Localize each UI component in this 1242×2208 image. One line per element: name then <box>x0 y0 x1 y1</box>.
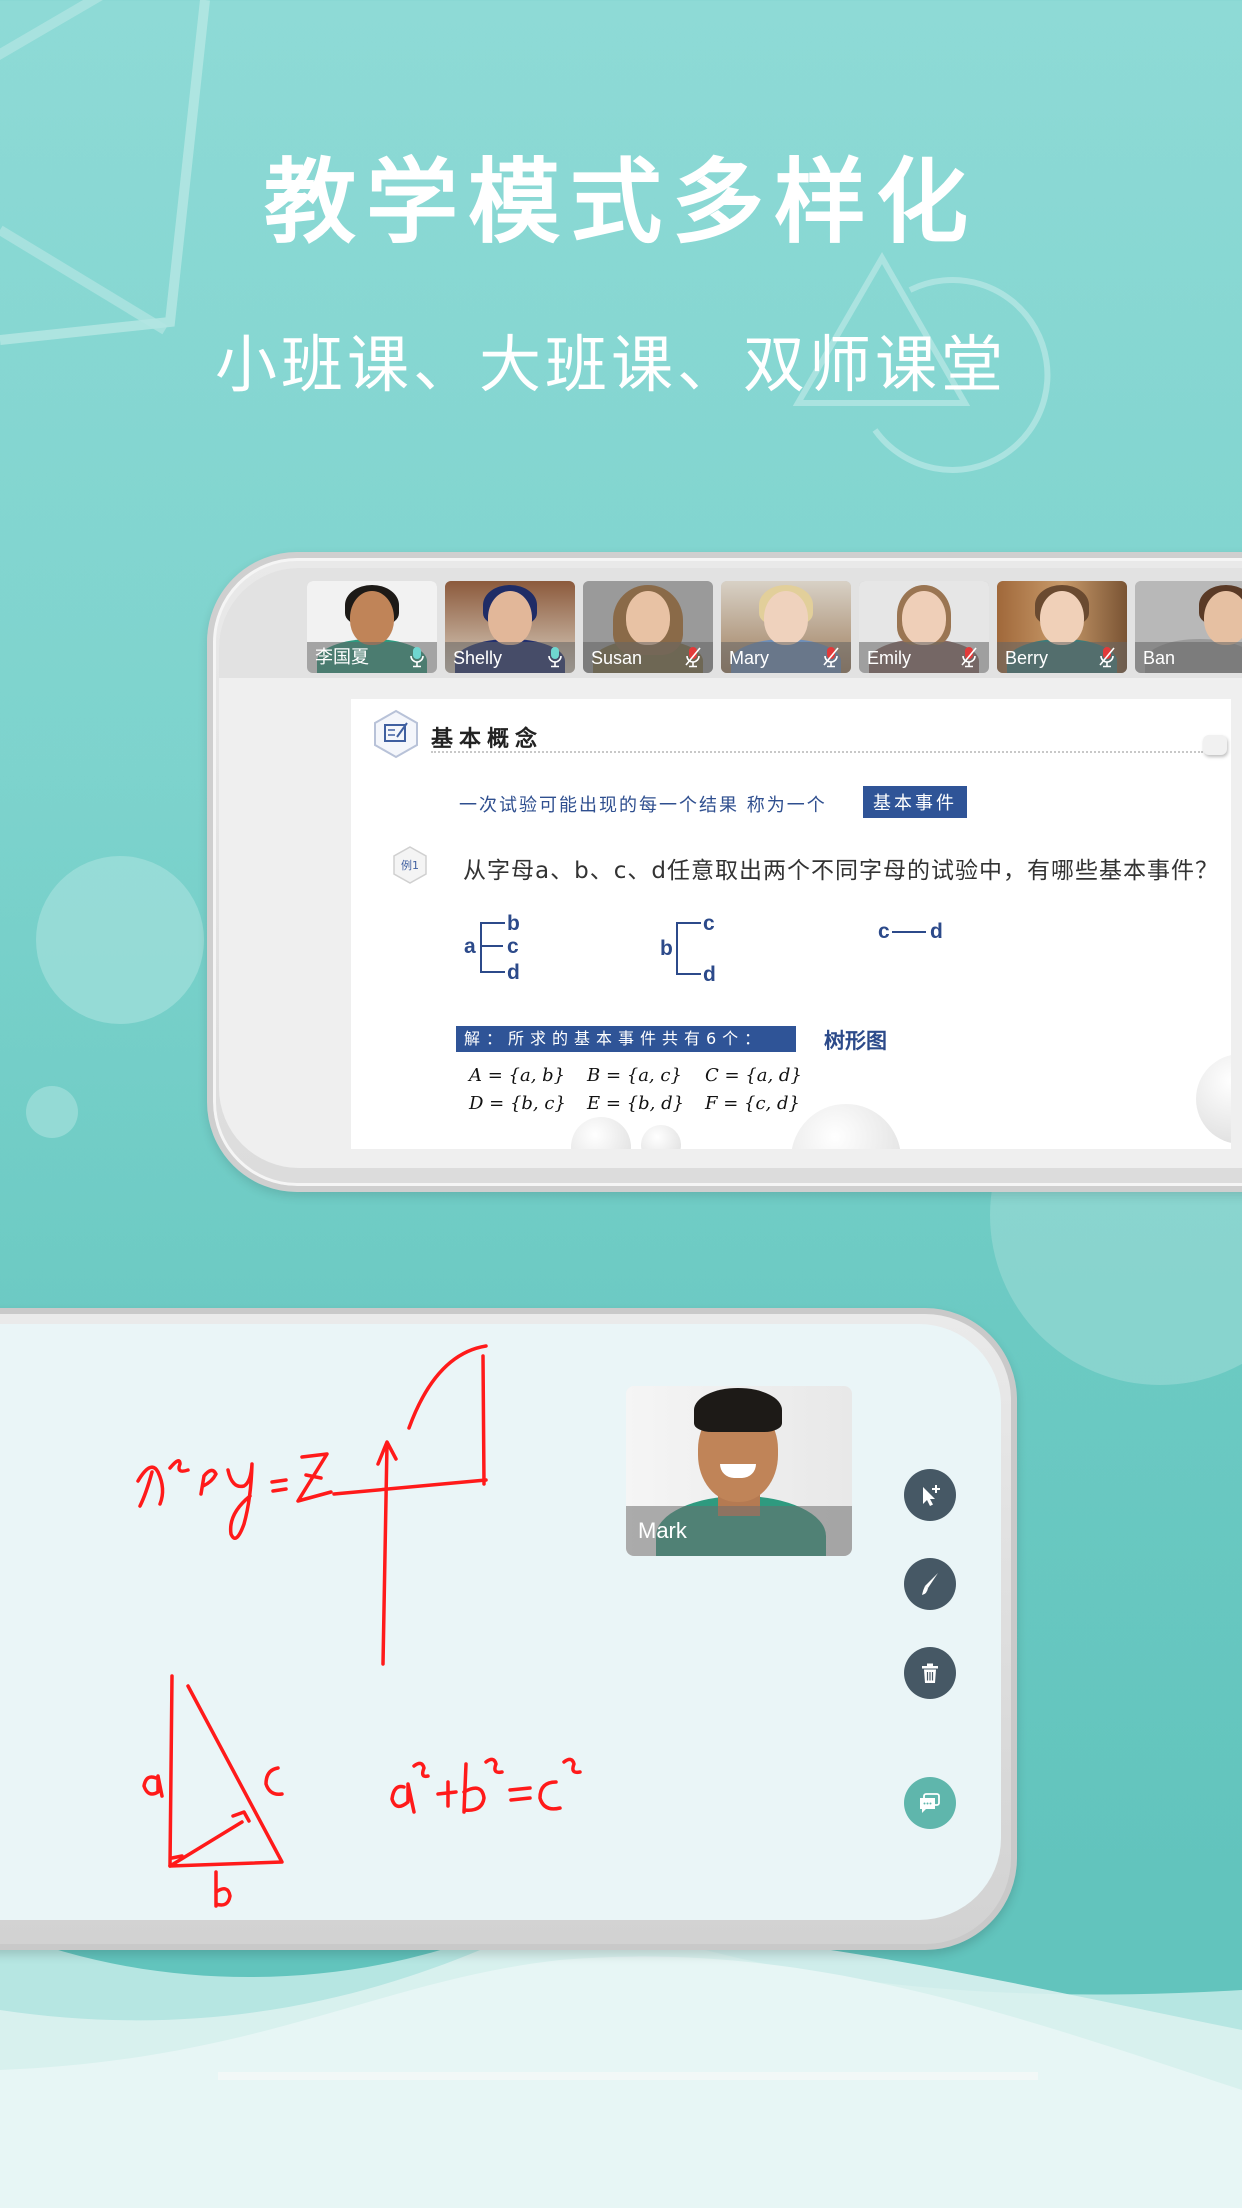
teacher-name: Mark <box>638 1518 687 1543</box>
participant-name: Shelly <box>453 648 503 668</box>
tree-leaf: c <box>507 935 519 958</box>
tree-root: b <box>660 937 673 960</box>
svg-text:例1: 例1 <box>401 858 419 872</box>
mic-muted-icon[interactable] <box>823 646 839 668</box>
term-badge: 基本事件 <box>863 786 967 818</box>
chat-icon <box>920 1793 940 1813</box>
slide-section-title: 基本概念 <box>431 727 544 752</box>
pointer-tool-button[interactable] <box>904 1469 956 1521</box>
decoration <box>641 1125 681 1149</box>
event-sets: A = {a, b} B = {a, c} C = {a, d} D = {b, c… <box>469 1065 802 1114</box>
tree-leaf: d <box>507 961 520 984</box>
participant-tile[interactable]: Berry <box>997 581 1127 673</box>
classroom-screen: 李国夏 Shelly Susan Mary Emily Berry Ban 基本… <box>219 568 1242 1168</box>
answer-badge: 解：所求的基本事件共有6个： <box>456 1026 796 1052</box>
participant-name: Mary <box>729 648 769 668</box>
tree-caption: 树形图 <box>824 1029 887 1053</box>
slide-question: 从字母a、b、c、d任意取出两个不同字母的试验中，有哪些基本事件？ <box>463 858 1219 884</box>
chat-button[interactable] <box>904 1777 956 1829</box>
promo-headline: 教学模式多样化 <box>263 149 978 256</box>
whiteboard-canvas[interactable]: Mark <box>0 1324 1001 1920</box>
mic-on-icon[interactable] <box>409 646 425 668</box>
participant-name: 李国夏 <box>315 647 369 667</box>
promo-subline: 小班课、大班课、双师课堂 <box>214 328 1007 401</box>
participant-name: Berry <box>1005 648 1049 668</box>
brush-icon <box>922 1573 938 1595</box>
tree-root: c <box>878 920 890 943</box>
mic-muted-icon[interactable] <box>961 646 977 668</box>
clear-tool-button[interactable] <box>904 1647 956 1699</box>
brush-tool-button[interactable] <box>904 1558 956 1610</box>
phone-mockup-whiteboard: Mark <box>0 1308 1017 1950</box>
concept-icon <box>374 709 418 759</box>
participant-tile[interactable]: Shelly <box>445 581 575 673</box>
trash-icon <box>922 1663 938 1683</box>
mic-muted-icon[interactable] <box>685 646 701 668</box>
participant-tile[interactable]: Emily <box>859 581 989 673</box>
mic-on-icon[interactable] <box>547 646 563 668</box>
participant-tile[interactable]: Ban <box>1135 581 1242 673</box>
cursor-plus-icon <box>923 1485 940 1506</box>
participant-name: Emily <box>867 648 911 668</box>
tree-leaf: d <box>930 920 943 943</box>
tree-leaf: d <box>703 963 716 986</box>
teacher-video[interactable]: Mark <box>626 1386 852 1556</box>
divider <box>431 751 1203 753</box>
decoration <box>1196 1054 1231 1144</box>
decoration <box>1203 735 1227 755</box>
slide-definition: 一次试验可能出现的每一个结果 称为一个 <box>459 795 827 816</box>
participant-tile[interactable]: Susan <box>583 581 713 673</box>
participant-tile[interactable]: 李国夏 <box>307 581 437 673</box>
mic-muted-icon[interactable] <box>1099 646 1115 668</box>
decoration <box>571 1117 631 1149</box>
tree-leaf: c <box>703 912 715 935</box>
participant-video-strip: 李国夏 Shelly Susan Mary Emily Berry Ban <box>219 568 1242 678</box>
tree-leaf: b <box>507 912 520 935</box>
tree-root: a <box>464 935 476 958</box>
phone-mockup-classroom: 李国夏 Shelly Susan Mary Emily Berry Ban 基本… <box>207 552 1242 1192</box>
participant-tile[interactable]: Mary <box>721 581 851 673</box>
courseware-slide: 基本概念 一次试验可能出现的每一个结果 称为一个 基本事件 例1 从字母a、b、… <box>351 699 1231 1149</box>
participant-name: Susan <box>591 648 643 668</box>
participant-name: Ban <box>1143 648 1176 668</box>
example-badge: 例1 <box>393 846 427 884</box>
